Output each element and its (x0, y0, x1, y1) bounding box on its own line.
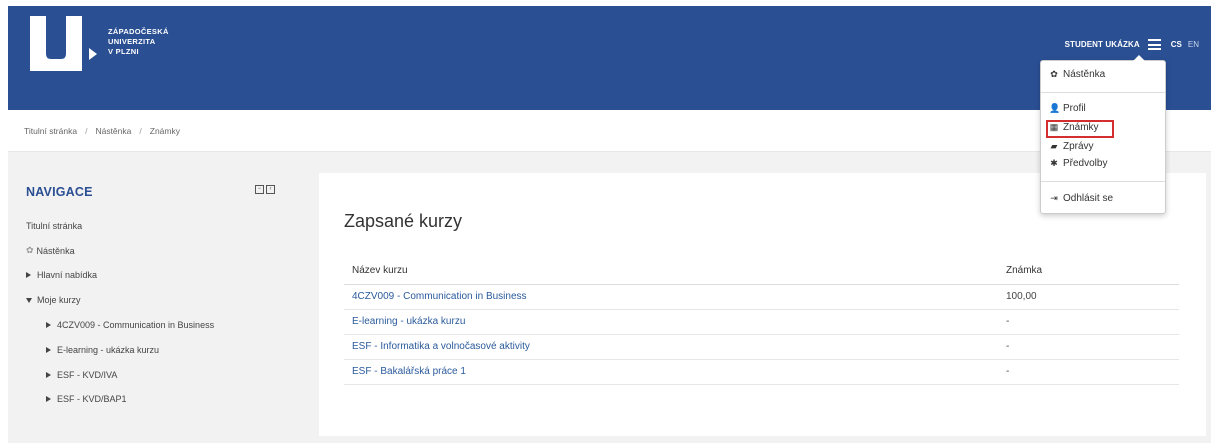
logo-line-2: UNIVERZITA (108, 37, 156, 46)
grades-table: Název kurzu Známka 4CZV009 - Communicati… (344, 257, 1179, 385)
breadcrumb: Titulní stránka / Nástěnka / Známky (24, 126, 180, 136)
navigation-controls: − ‹ (255, 185, 275, 194)
logo-line-3: V PLZNI (108, 47, 139, 56)
user-menu-item-preferences[interactable]: ✱ Předvolby (1049, 158, 1107, 169)
dock-block-icon[interactable]: ‹ (266, 185, 275, 194)
table-row: 4CZV009 - Communication in Business 100,… (344, 284, 1179, 310)
nav-course-label: E-learning - ukázka kurzu (57, 345, 160, 355)
grade-value: 100,00 (1006, 284, 1179, 310)
user-menu-label: Nástěnka (1063, 69, 1106, 80)
lang-cs-link[interactable]: CS (1171, 40, 1182, 49)
user-menu-label: Odhlásit se (1063, 193, 1114, 204)
nav-item-my-courses[interactable]: Moje kurzy (26, 295, 81, 305)
page-title: Zapsané kurzy (344, 211, 463, 231)
expand-icon (26, 272, 31, 278)
logo-text: ZÁPADOČESKÁ UNIVERZITA V PLZNI (108, 27, 169, 57)
nav-item-home[interactable]: Titulní stránka (26, 221, 82, 231)
table-header-row: Název kurzu Známka (344, 257, 1179, 285)
nav-item-label: Nástěnka (36, 245, 75, 256)
dashboard-icon: ✿ (26, 245, 34, 255)
nav-item-label: Titulní stránka (26, 221, 83, 231)
nav-course-label: ESF - KVD/BAP1 (57, 394, 127, 404)
menu-divider (1041, 181, 1165, 182)
logo-line-1: ZÁPADOČESKÁ (108, 27, 169, 36)
course-link[interactable]: ESF - Bakalářská práce 1 (344, 359, 1006, 385)
nav-item-dashboard[interactable]: ✿ Nástěnka (26, 245, 75, 256)
nav-course-label: 4CZV009 - Communication in Business (57, 320, 215, 330)
site-header: ZÁPADOČESKÁ UNIVERZITA V PLZNI STUDENT U… (8, 6, 1211, 110)
table-row: ESF - Bakalářská práce 1 - (344, 359, 1179, 385)
table-row: E-learning - ukázka kurzu - (344, 309, 1179, 335)
breadcrumb-grades[interactable]: Známky (150, 126, 180, 136)
nav-course-elearning[interactable]: E-learning - ukázka kurzu (46, 345, 159, 355)
breadcrumb-bar: Titulní stránka / Nástěnka / Známky (8, 110, 1211, 152)
user-menu-dropdown: ✿ Nástěnka 👤 Profil ▦ Známky ▰ Zprávy ✱ … (1040, 55, 1166, 214)
course-link[interactable]: E-learning - ukázka kurzu (344, 309, 1006, 335)
expand-icon (46, 322, 51, 328)
grade-value: - (1006, 334, 1179, 360)
user-menu-item-profile[interactable]: 👤 Profil (1049, 103, 1086, 114)
user-name-link[interactable]: STUDENT UKÁZKA (1065, 40, 1140, 49)
logo-arrow-icon (89, 48, 97, 60)
nav-item-label: Moje kurzy (37, 295, 81, 305)
expand-icon (46, 396, 51, 402)
message-icon: ▰ (1050, 141, 1058, 151)
breadcrumb-separator: / (139, 126, 142, 136)
user-menu-item-logout[interactable]: ⇥ Odhlásit se (1049, 193, 1113, 204)
user-menu-item-dashboard[interactable]: ✿ Nástěnka (1049, 69, 1105, 80)
table-row: ESF - Informatika a volnočasové aktivity… (344, 334, 1179, 360)
menu-divider (1041, 92, 1165, 93)
breadcrumb-dashboard[interactable]: Nástěnka (95, 126, 131, 136)
menu-hamburger-icon[interactable] (1147, 39, 1161, 50)
dashboard-icon: ✿ (1050, 69, 1058, 79)
user-menu-label: Předvolby (1063, 158, 1108, 169)
collapse-block-icon[interactable]: − (255, 185, 264, 194)
nav-item-main-menu[interactable]: Hlavní nabídka (26, 270, 97, 280)
user-menu-label: Zprávy (1063, 141, 1094, 152)
grades-highlight-box (1046, 120, 1114, 138)
user-area: STUDENT UKÁZKA CS EN (1065, 39, 1199, 50)
lang-en-link[interactable]: EN (1188, 40, 1199, 49)
grade-value: - (1006, 309, 1179, 335)
nav-course-esf-bap1[interactable]: ESF - KVD/BAP1 (46, 394, 127, 404)
nav-item-label: Hlavní nabídka (37, 270, 98, 280)
breadcrumb-home[interactable]: Titulní stránka (24, 126, 77, 136)
expand-icon (46, 372, 51, 378)
navigation-block: NAVIGACE − ‹ Titulní stránka ✿ Nástěnka … (26, 185, 296, 404)
gear-icon: ✱ (1050, 158, 1058, 168)
course-link[interactable]: 4CZV009 - Communication in Business (344, 284, 1006, 310)
nav-course-esf-iva[interactable]: ESF - KVD/IVA (46, 370, 117, 380)
logout-icon: ⇥ (1050, 193, 1058, 203)
grade-value: - (1006, 359, 1179, 385)
column-header-grade[interactable]: Známka (1006, 257, 1179, 285)
nav-course-label: ESF - KVD/IVA (57, 370, 118, 380)
university-logo-icon[interactable] (30, 16, 82, 71)
collapse-icon (26, 297, 32, 303)
user-menu-label: Profil (1063, 103, 1086, 114)
nav-course-4czv009[interactable]: 4CZV009 - Communication in Business (46, 320, 214, 330)
column-header-course[interactable]: Název kurzu (344, 257, 1006, 285)
user-menu-item-messages[interactable]: ▰ Zprávy (1049, 141, 1094, 152)
course-link[interactable]: ESF - Informatika a volnočasové aktivity (344, 334, 1006, 360)
expand-icon (46, 347, 51, 353)
breadcrumb-separator: / (85, 126, 88, 136)
user-icon: 👤 (1049, 103, 1061, 113)
